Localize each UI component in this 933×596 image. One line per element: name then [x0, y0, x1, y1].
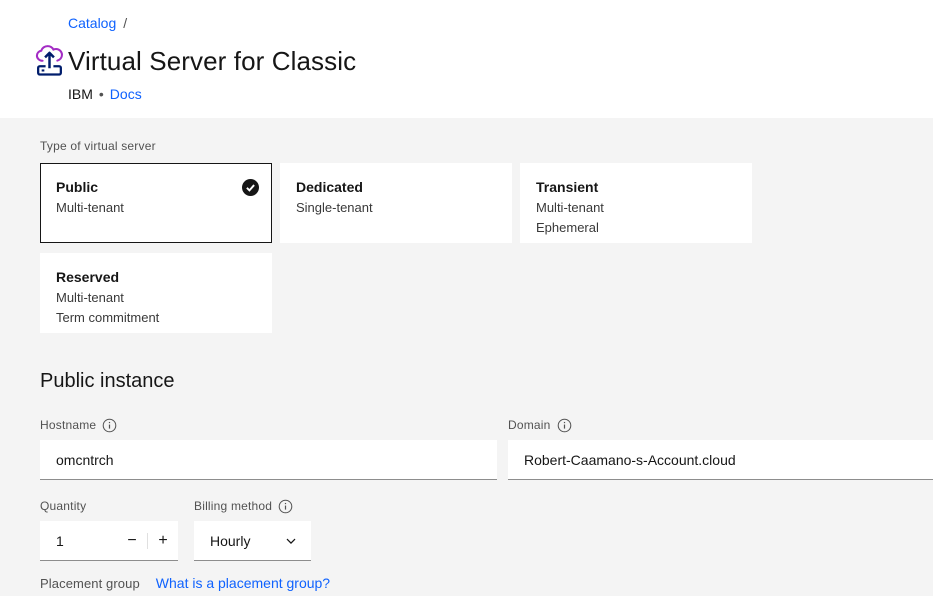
tile-subtitle: Single-tenant [296, 199, 496, 216]
info-icon[interactable] [557, 418, 572, 433]
breadcrumb-link-catalog[interactable]: Catalog [68, 15, 116, 31]
chevron-down-icon [284, 534, 298, 548]
hostname-input[interactable] [40, 440, 497, 480]
tile-title: Transient [536, 178, 736, 196]
domain-label-text: Domain [508, 417, 551, 433]
type-of-virtual-server-label: Type of virtual server [40, 138, 933, 154]
billing-method-select[interactable]: Hourly [194, 521, 311, 561]
hostname-field-group: Hostname [40, 417, 497, 480]
placement-group-help-link[interactable]: What is a placement group? [156, 575, 330, 591]
checkmark-filled-icon [242, 179, 259, 196]
placement-group-row: Placement group What is a placement grou… [40, 575, 933, 591]
hostname-label: Hostname [40, 417, 497, 433]
catalog-provision-page: Catalog / Virtual Server for Classic IBM •… [0, 0, 933, 596]
increment-button[interactable]: + [148, 521, 178, 561]
type-of-virtual-server-label-text: Type of virtual server [40, 138, 156, 154]
quantity-label: Quantity [40, 498, 178, 514]
decrement-button[interactable]: − [117, 521, 147, 561]
page-title: Virtual Server for Classic [68, 44, 933, 78]
vendor-name: IBM [68, 86, 93, 102]
billing-method-field-group: Billing method Hourly [194, 498, 311, 561]
tile-subtitle: Ephemeral [536, 219, 736, 236]
title-row: Virtual Server for Classic [68, 44, 933, 78]
quantity-billing-row: Quantity − + Billing method [40, 498, 933, 561]
info-icon[interactable] [278, 499, 293, 514]
tile-reserved[interactable]: Reserved Multi-tenant Term commitment [40, 253, 272, 333]
page-header: Catalog / Virtual Server for Classic IBM •… [0, 0, 933, 118]
public-instance-heading: Public instance [40, 368, 933, 394]
quantity-stepper: − + [40, 521, 178, 561]
cloud-upload-icon [33, 45, 66, 78]
hostname-domain-row: Hostname Domain [40, 417, 933, 480]
breadcrumb: Catalog / [68, 14, 933, 32]
placement-group-label: Placement group [40, 576, 140, 591]
billing-method-value: Hourly [210, 533, 250, 549]
tile-subtitle: Multi-tenant [56, 199, 256, 216]
server-type-tiles: Public Multi-tenant Dedicated Single-ten… [40, 163, 792, 333]
tile-dedicated[interactable]: Dedicated Single-tenant [280, 163, 512, 243]
domain-field-group: Domain [508, 417, 933, 480]
tile-transient[interactable]: Transient Multi-tenant Ephemeral [520, 163, 752, 243]
provider-line: IBM • Docs [68, 86, 933, 102]
tile-public[interactable]: Public Multi-tenant [40, 163, 272, 243]
hostname-label-text: Hostname [40, 417, 96, 433]
dot-separator: • [99, 86, 104, 102]
breadcrumb-separator: / [123, 15, 127, 31]
page-body: Type of virtual server Public Multi-tena… [0, 118, 933, 591]
tile-title: Reserved [56, 268, 256, 286]
quantity-field-group: Quantity − + [40, 498, 178, 561]
tile-subtitle: Multi-tenant [56, 289, 256, 306]
billing-method-label: Billing method [194, 498, 311, 514]
tile-title: Dedicated [296, 178, 496, 196]
domain-label: Domain [508, 417, 933, 433]
quantity-input[interactable] [40, 533, 117, 549]
domain-input[interactable] [508, 440, 933, 480]
tile-title: Public [56, 178, 256, 196]
tile-subtitle: Multi-tenant [536, 199, 736, 216]
docs-link[interactable]: Docs [110, 86, 142, 102]
info-icon[interactable] [102, 418, 117, 433]
billing-method-label-text: Billing method [194, 498, 272, 514]
quantity-label-text: Quantity [40, 498, 86, 514]
tile-subtitle: Term commitment [56, 309, 256, 326]
